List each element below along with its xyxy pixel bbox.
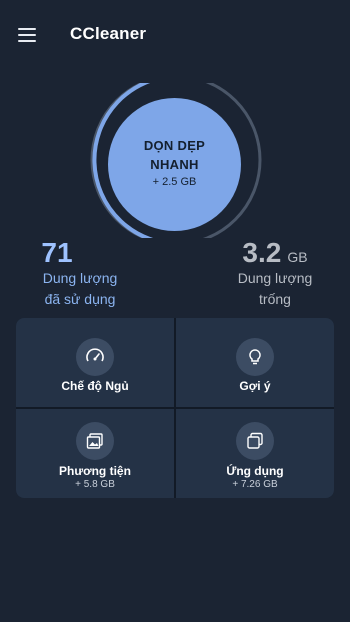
quick-clean-size: + 2.5 GB — [152, 176, 197, 188]
media-label: Phương tiện — [59, 464, 131, 478]
media-gallery-icon — [76, 422, 114, 460]
speedometer-icon — [76, 338, 114, 376]
quick-clean-label-line2: NHANH — [150, 157, 199, 172]
menu-icon[interactable] — [18, 28, 36, 42]
used-storage-label-line1: Dung lượng — [42, 270, 118, 286]
free-storage-value-row: 3.2 GB — [215, 236, 335, 270]
sleep-mode-label: Chế độ Ngủ — [61, 379, 129, 393]
used-storage-label-line2: đã sử dụng — [44, 291, 116, 307]
free-storage-label-line2: trống — [259, 291, 291, 307]
quick-clean-label: DỌN DẸP NHANH — [108, 136, 241, 174]
suggestions-tile[interactable]: Gợi ý — [176, 318, 334, 407]
used-storage-label: Dung lượng đã sử dụng — [20, 268, 140, 310]
free-storage-value: 3.2 — [242, 237, 282, 268]
suggestions-label: Gợi ý — [239, 379, 271, 393]
media-size: + 5.8 GB — [75, 479, 115, 490]
feature-grid: Chế độ Ngủ Gợi ý Phương tiện + 5.8 GB Ứn… — [16, 318, 334, 498]
free-storage-stat: 3.2 GB Dung lượng trống — [215, 236, 335, 310]
free-storage-label-line1: Dung lượng — [237, 270, 313, 286]
app-title: CCleaner — [70, 24, 147, 43]
free-storage-label: Dung lượng trống — [215, 268, 335, 310]
media-tile[interactable]: Phương tiện + 5.8 GB — [16, 409, 174, 498]
used-storage-stat: 71 Dung lượng đã sử dụng — [20, 236, 140, 310]
apps-tile[interactable]: Ứng dụng + 7.26 GB — [176, 409, 334, 498]
apps-label: Ứng dụng — [226, 464, 284, 478]
apps-stack-icon — [236, 422, 274, 460]
lightbulb-icon — [236, 338, 274, 376]
top-app-bar: CCleaner — [0, 0, 350, 70]
quick-clean-button[interactable]: DỌN DẸP NHANH + 2.5 GB — [108, 98, 241, 231]
free-storage-unit: GB — [287, 249, 308, 265]
apps-size: + 7.26 GB — [232, 479, 278, 490]
sleep-mode-tile[interactable]: Chế độ Ngủ — [16, 318, 174, 407]
used-storage-value: 71 — [41, 237, 73, 268]
quick-clean-label-line1: DỌN DẸP — [143, 138, 206, 153]
